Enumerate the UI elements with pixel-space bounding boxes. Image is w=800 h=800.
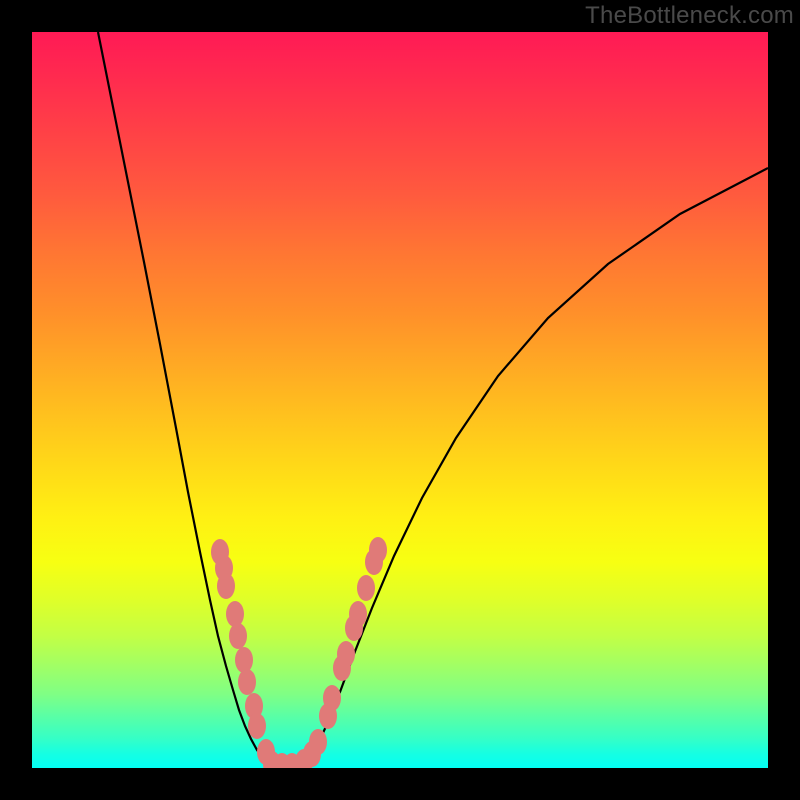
bead-marker [369, 537, 387, 563]
bead-marker [235, 647, 253, 673]
bead-marker [309, 729, 327, 755]
bead-marker [229, 623, 247, 649]
watermark-text: TheBottleneck.com [585, 2, 794, 30]
bead-marker [323, 685, 341, 711]
bead-markers [211, 537, 387, 768]
bead-marker [357, 575, 375, 601]
bead-marker [349, 601, 367, 627]
bead-marker [238, 669, 256, 695]
bead-marker [226, 601, 244, 627]
bead-marker [217, 573, 235, 599]
bead-marker [248, 713, 266, 739]
chart-frame: TheBottleneck.com [0, 0, 800, 800]
bottleneck-curve [98, 32, 768, 767]
bead-marker [337, 641, 355, 667]
chart-svg [32, 32, 768, 768]
chart-plot-area [32, 32, 768, 768]
